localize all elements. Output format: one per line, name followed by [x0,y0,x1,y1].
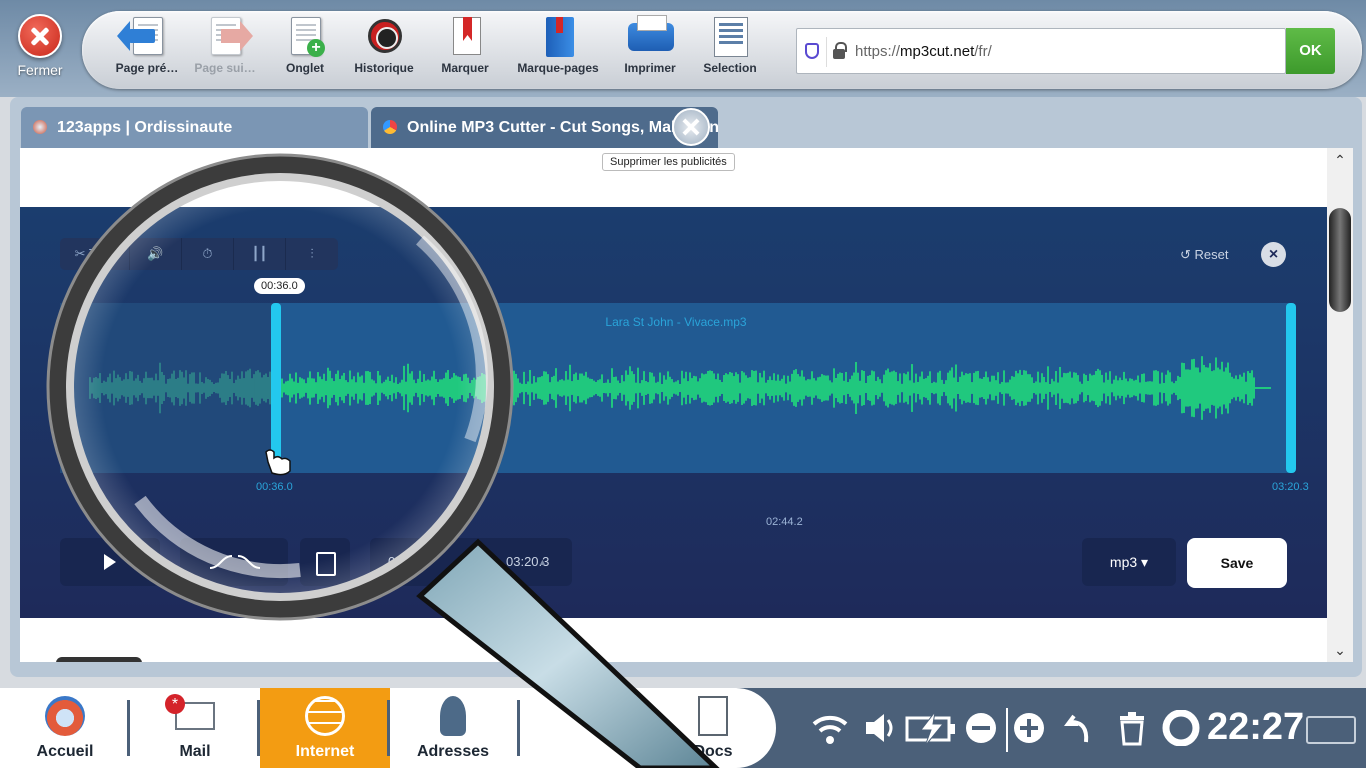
forward-arrow-icon [221,21,253,51]
close-icon [18,14,62,58]
waveform-icon: ┃┃ [251,246,268,261]
keyboard-icon[interactable] [1306,716,1356,744]
go-button[interactable]: OK [1286,28,1335,74]
dock-contacts[interactable]: Adresses [388,688,518,768]
tab-mp3-cutter[interactable]: Online MP3 Cutter - Cut Songs, Make Ring… [371,107,718,148]
mail-notification-badge: * [165,694,185,714]
zoom-in-icon[interactable] [1012,710,1046,755]
forward-button[interactable]: Page sui… [182,17,268,75]
volume-icon: 🔊 [147,246,164,261]
new-tab-button[interactable]: + Onglet [262,17,348,75]
selection-button[interactable]: Selection [687,17,773,75]
page-footer-tab [56,657,142,662]
bookmarks-book-icon [546,17,574,57]
remove-ads-button[interactable]: Supprimer les publicités [602,153,735,171]
scroll-thumb[interactable] [1329,208,1351,312]
waveform-track[interactable]: Lara St John - Vivace.mp3 [60,303,1296,473]
end-trim-handle[interactable] [1286,303,1296,473]
equalizer-tool[interactable]: ┃┃ [234,238,286,270]
scroll-down-icon[interactable]: ⌄ [1327,638,1353,662]
format-dropdown[interactable]: mp3 ▾ [1082,538,1176,586]
dock-internet[interactable]: Internet [260,688,390,768]
help-lifebuoy-icon[interactable] [1162,709,1200,755]
home-icon [45,696,85,736]
reset-button[interactable]: ↺ Reset [1180,247,1229,263]
reset-icon: ↺ [1180,247,1191,262]
scissors-icon: ✂ [74,246,86,261]
play-button[interactable] [60,538,160,586]
back-button[interactable]: Page pré… [104,17,190,75]
fade-button[interactable] [180,538,288,586]
undo-arrow-icon[interactable] [1064,710,1096,755]
contacts-person-icon [440,696,466,736]
sliders-icon: ⫶ [310,246,314,261]
dock-home[interactable]: Accueil [0,688,130,768]
audio-editor: ✂ Trim 🔊 ⏱ ┃┃ ⫶ ↺ Reset × Lara St John -… [20,207,1327,618]
fade-in-out-icon [209,555,261,569]
bookmark-icon [453,17,481,55]
back-arrow-icon [117,21,155,51]
url-text: https://mp3cut.net/fr/ [855,43,992,60]
save-button[interactable]: Save [1187,538,1287,588]
timer-icon: ⏱ [202,246,213,261]
scroll-up-icon[interactable]: ⌃ [1327,148,1353,172]
mixer-tool[interactable]: ⫶ [286,238,338,270]
wifi-icon[interactable] [810,710,850,755]
clip-button[interactable] [300,538,350,586]
end-time-label: 03:20.3 [1272,481,1309,493]
history-clock-icon [368,19,402,53]
close-label: Fermer [17,62,63,78]
history-button[interactable]: Historique [341,17,427,75]
time-range-fields[interactable]: 00:36.0 03:20.3 ▲ [370,538,572,586]
lock-icon [833,42,847,59]
dock-docs[interactable]: Docs [648,688,778,768]
close-editor-button[interactable]: × [1261,242,1286,267]
playhead-time: 02:44.2 [766,516,803,528]
close-browser-button[interactable]: Fermer [0,0,80,90]
bookmark-page-button[interactable]: Marquer [422,17,508,75]
printer-icon [628,15,674,51]
waveform [89,356,1271,420]
tracking-shield-icon [805,43,819,59]
trim-tool[interactable]: ✂ Trim [60,238,130,270]
page-scrollbar[interactable]: ⌃ ⌄ [1327,148,1353,662]
editor-tools: ✂ Trim 🔊 ⏱ ┃┃ ⫶ [60,238,338,270]
documents-icon [698,696,728,736]
start-time-bubble: 00:36.0 [254,278,305,294]
address-bar[interactable]: https://mp3cut.net/fr/ [796,28,1286,74]
tab-123apps[interactable]: 123apps | Ordissinaute [21,107,368,148]
close-icon: × [1268,246,1279,263]
print-button[interactable]: Imprimer [607,15,693,75]
zoom-out-icon[interactable] [964,710,998,755]
trash-icon[interactable] [1116,710,1148,755]
battery-charging-icon [905,710,957,755]
time-stepper-icon[interactable]: ▲ [538,538,547,586]
tab-favicon-icon [33,120,47,134]
system-clock: 22:27 [1207,706,1305,748]
start-time-field[interactable]: 00:36.0 [388,538,431,586]
web-page: Supprimer les publicités ✂ Trim 🔊 ⏱ ┃┃ ⫶… [20,148,1327,662]
globe-icon [305,696,345,736]
speed-tool[interactable]: ⏱ [182,238,234,270]
volume-icon[interactable] [862,710,898,755]
close-tab-icon[interactable] [672,108,710,146]
dock-mail[interactable]: Mail [130,688,260,768]
start-trim-handle[interactable] [271,303,281,473]
start-time-label: 00:36.0 [256,481,293,493]
tab-favicon-icon [383,120,397,134]
bookmarks-button[interactable]: Marque-pages [508,17,608,75]
volume-tool[interactable]: 🔊 [130,238,182,270]
selection-icon [714,17,748,57]
